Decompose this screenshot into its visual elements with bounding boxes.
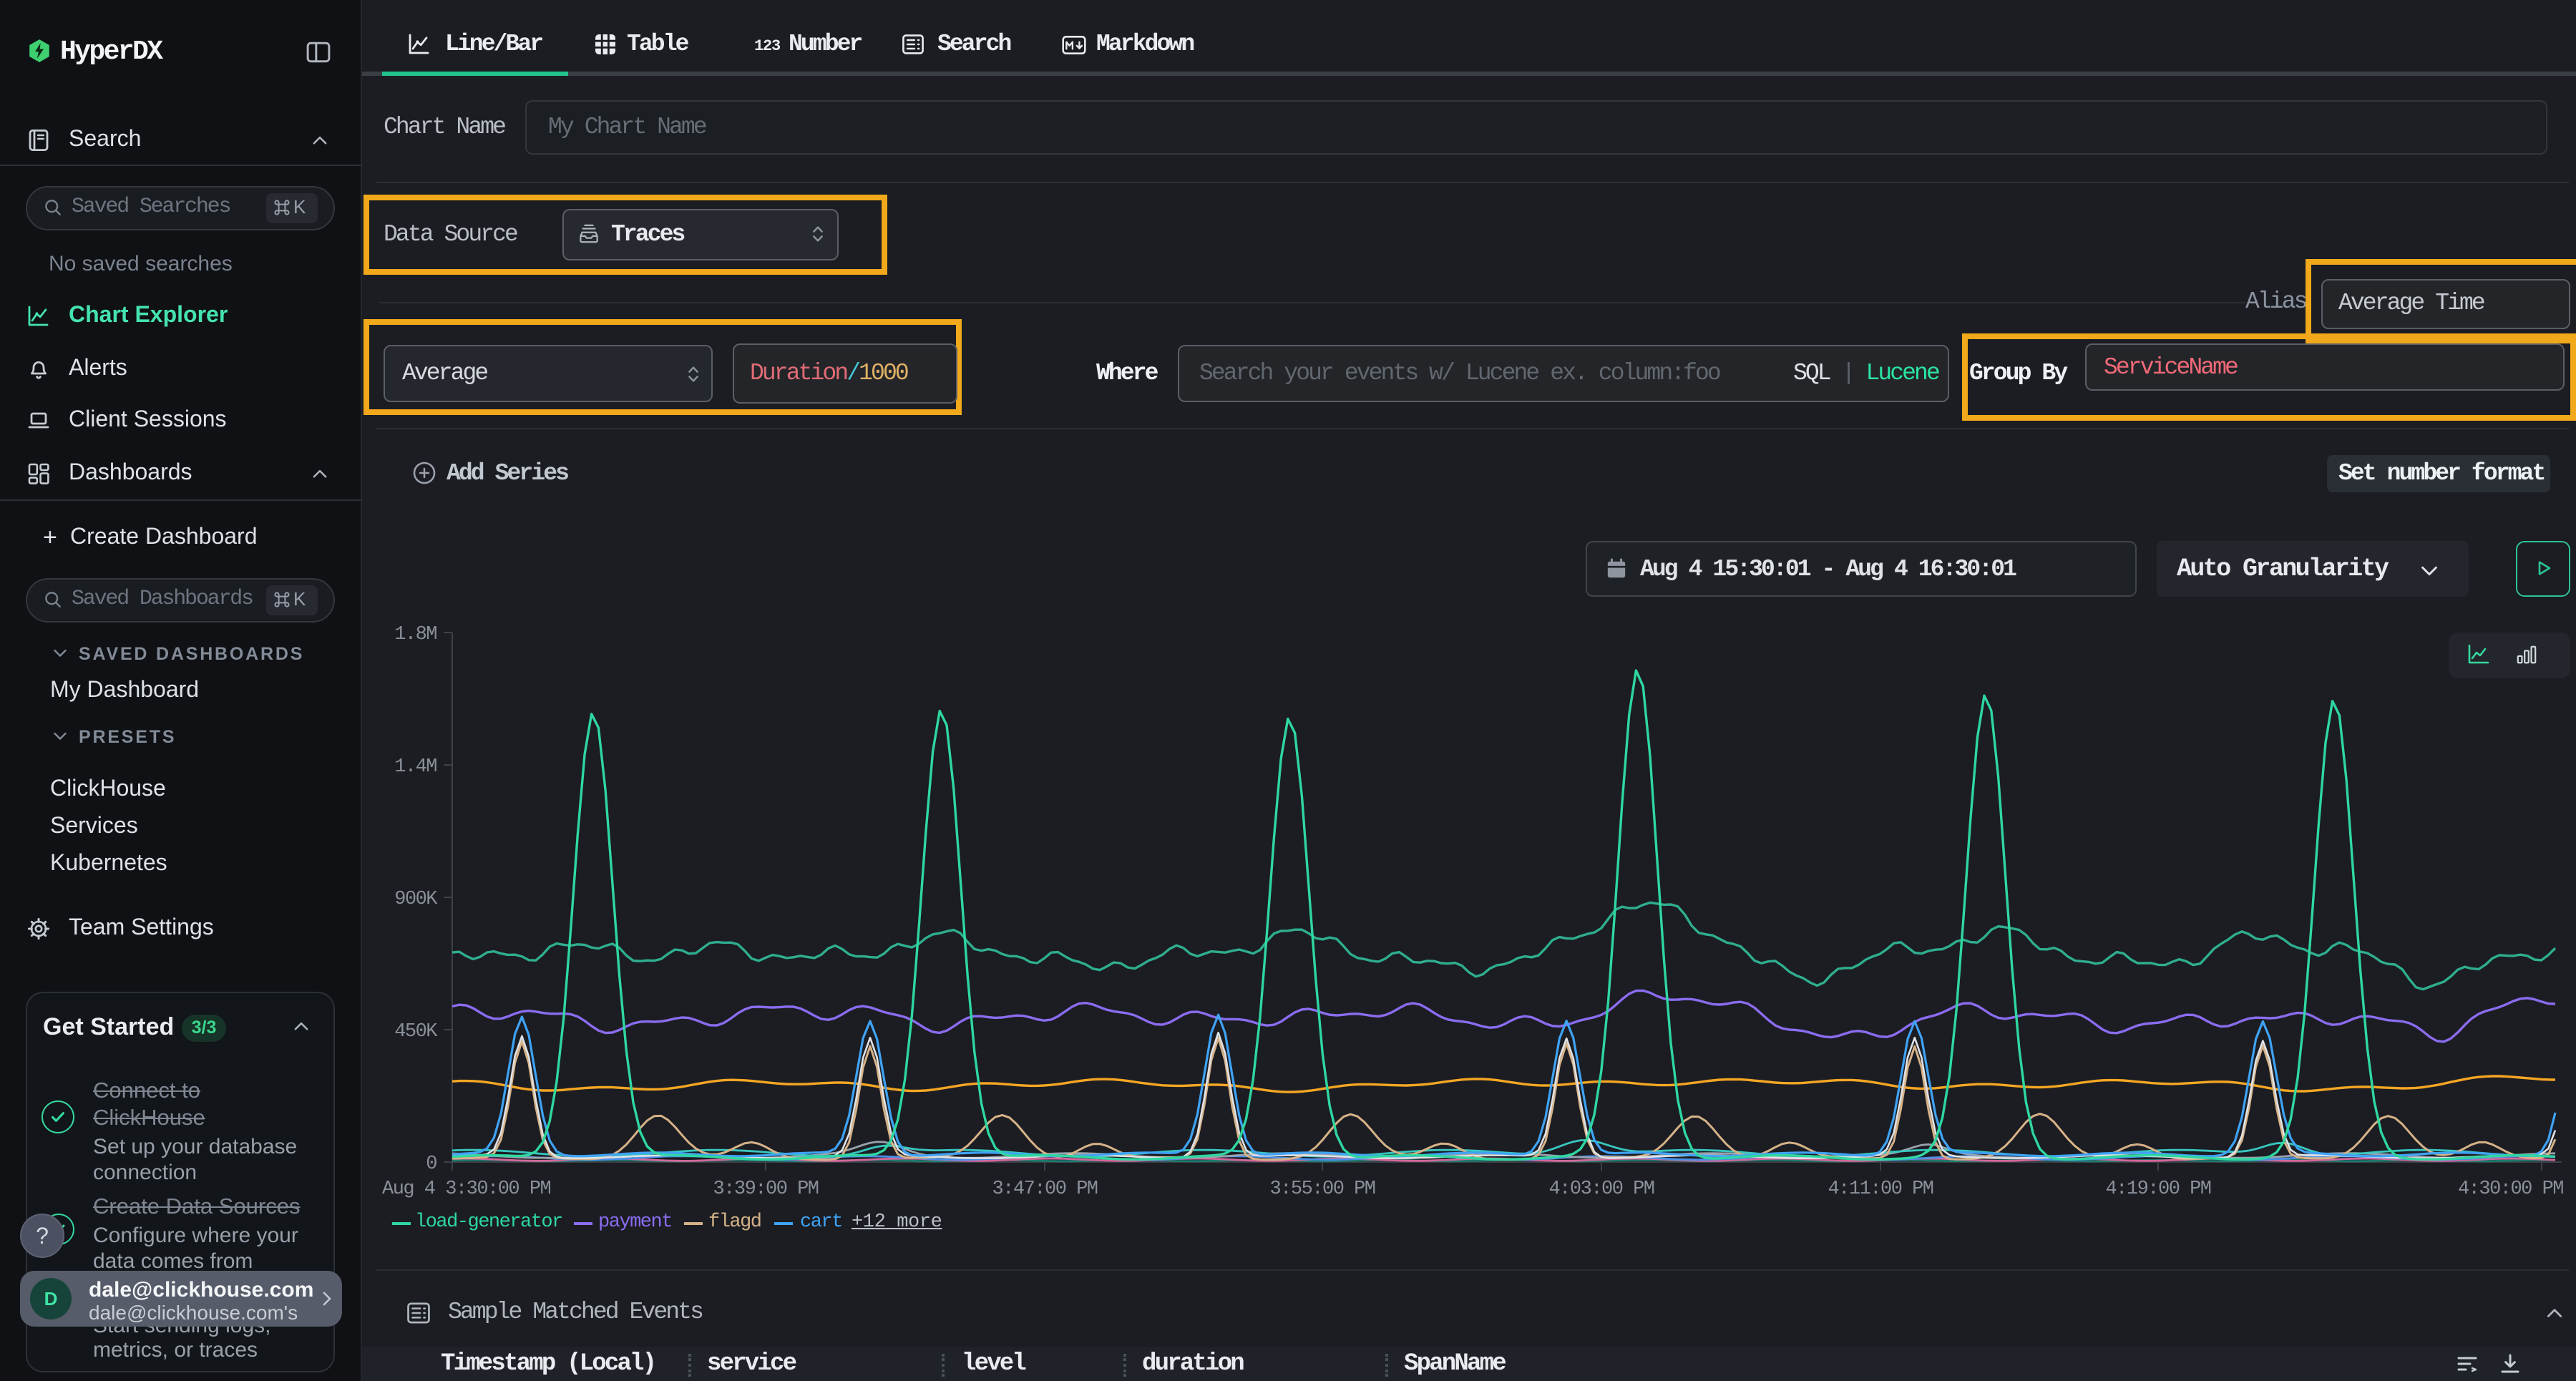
svg-text:1.4M: 1.4M (394, 756, 436, 778)
svg-text:0: 0 (426, 1153, 436, 1175)
svg-text:3:39:00 PM: 3:39:00 PM (713, 1179, 818, 1200)
svg-text:1.8M: 1.8M (394, 624, 436, 645)
svg-text:Aug 4 3:30:00 PM: Aug 4 3:30:00 PM (382, 1179, 551, 1200)
svg-text:450K: 450K (394, 1021, 438, 1043)
svg-text:900K: 900K (394, 889, 438, 910)
svg-text:4:30:00 PM: 4:30:00 PM (2458, 1179, 2563, 1200)
svg-text:4:03:00 PM: 4:03:00 PM (1548, 1179, 1654, 1200)
svg-text:4:19:00 PM: 4:19:00 PM (2105, 1179, 2210, 1200)
svg-text:3:55:00 PM: 3:55:00 PM (1269, 1179, 1375, 1200)
svg-text:4:11:00 PM: 4:11:00 PM (1828, 1179, 1933, 1200)
svg-text:3:47:00 PM: 3:47:00 PM (992, 1179, 1097, 1200)
